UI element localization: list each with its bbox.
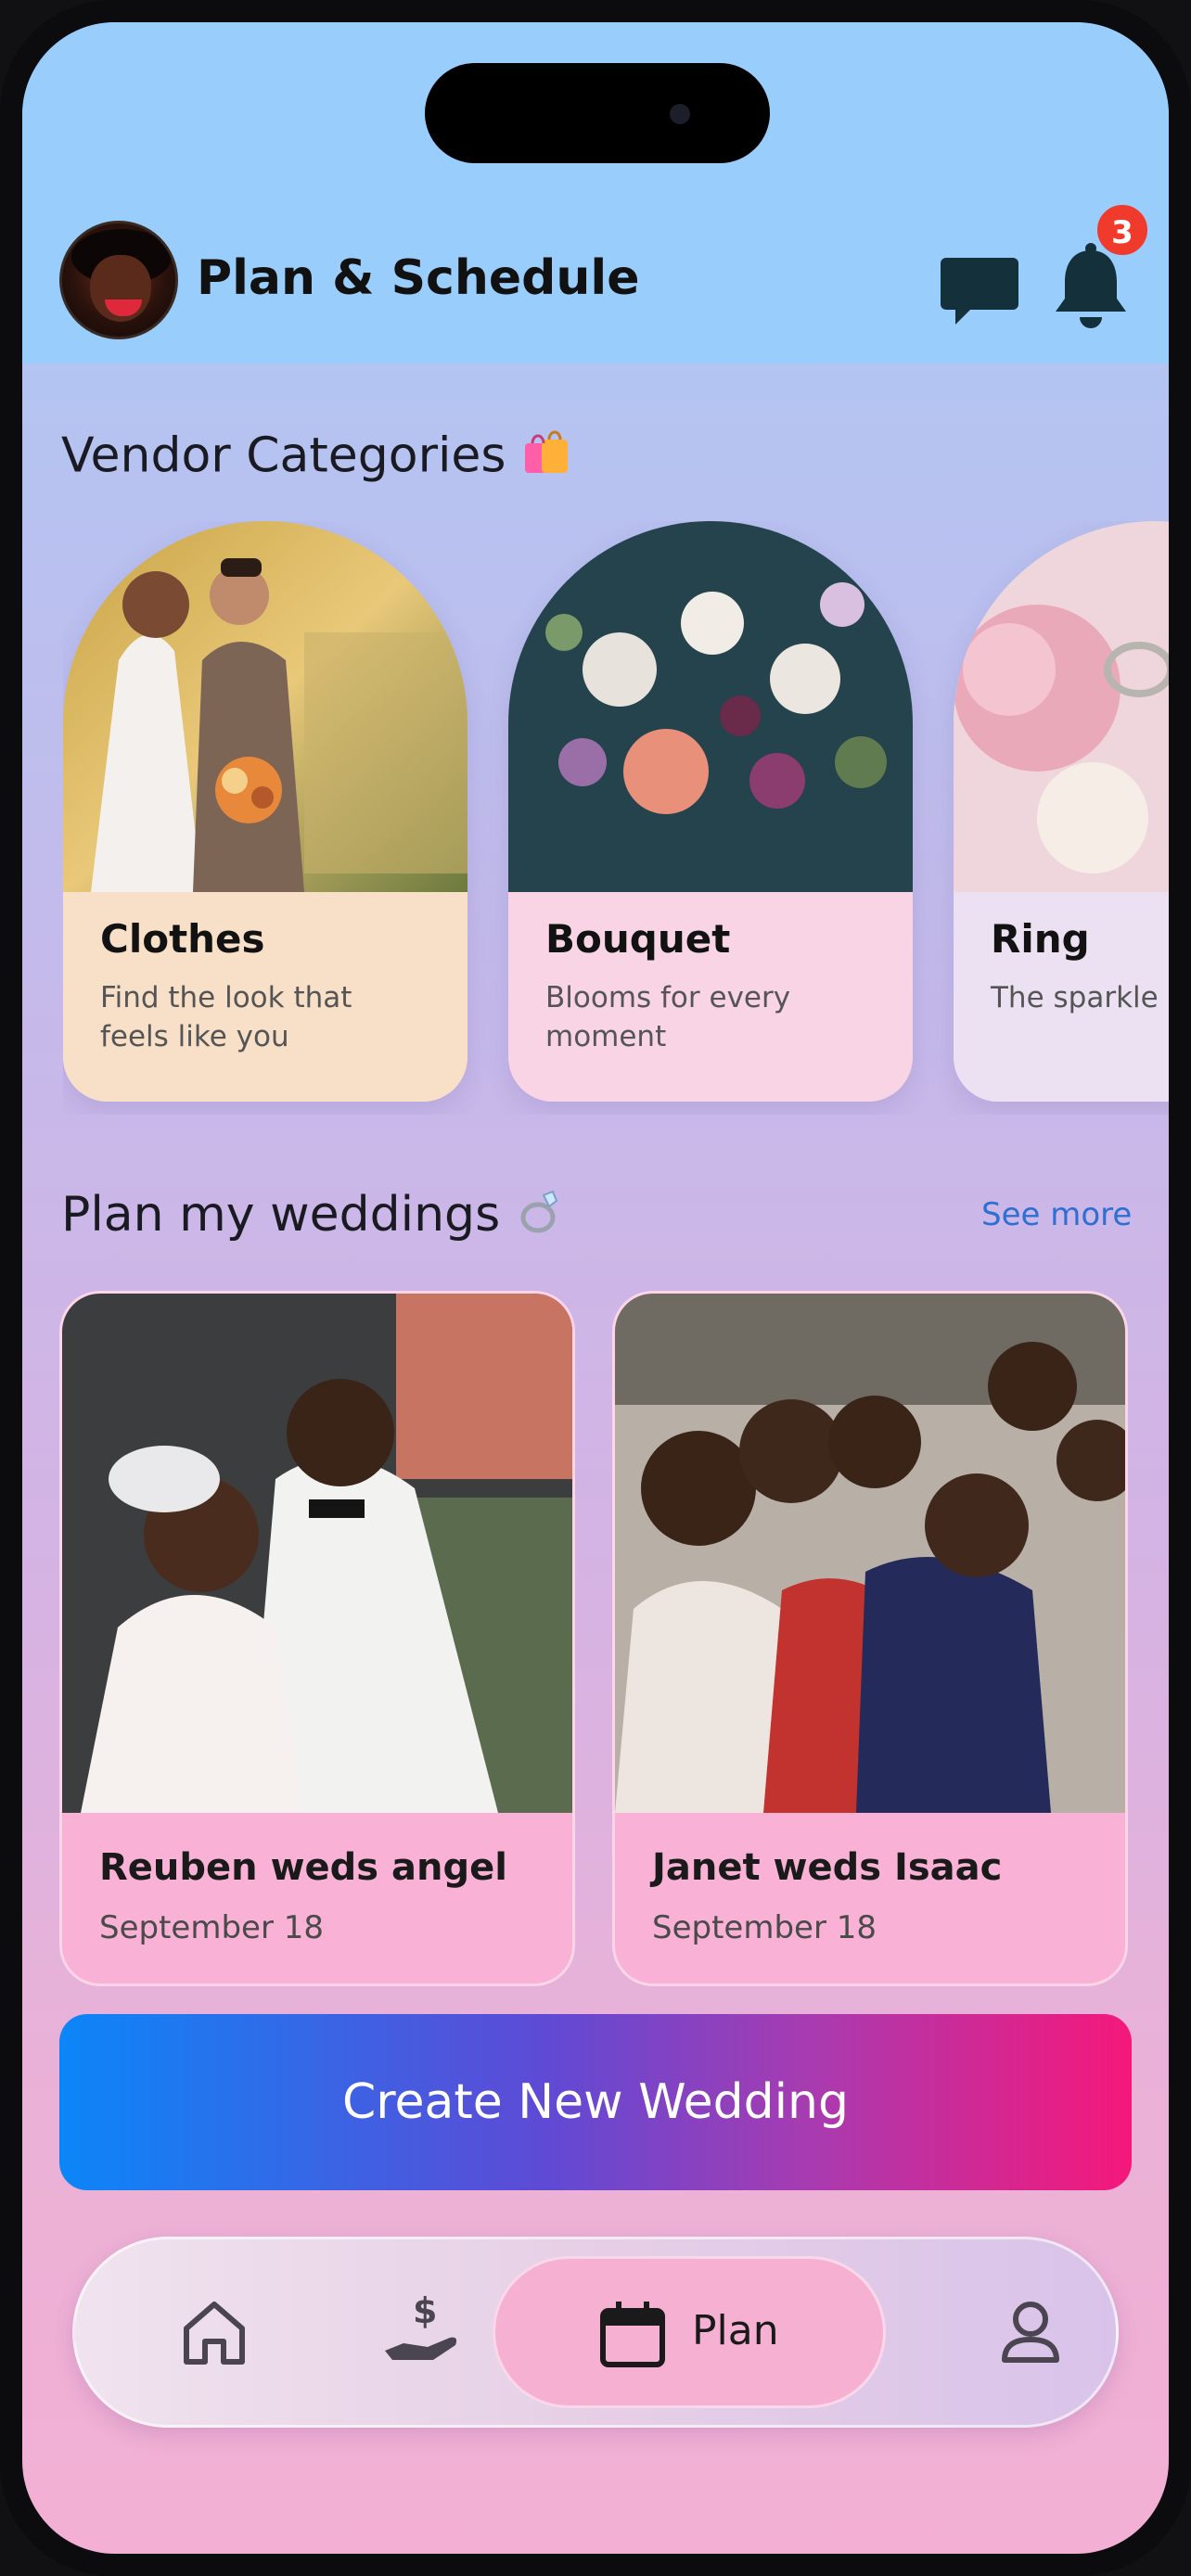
nav-plan-tab[interactable]: Plan [493,2256,886,2408]
avatar[interactable] [59,221,178,339]
nav-plan-label: Plan [692,2307,779,2354]
bottom-nav: $ Plan [72,2237,1119,2428]
notification-badge: 3 [1095,202,1150,258]
create-new-wedding-button[interactable]: Create New Wedding [59,2014,1132,2190]
money-hand-icon[interactable]: $ [376,2286,468,2378]
home-icon[interactable] [168,2286,261,2378]
bouquet-image [508,521,913,892]
ring-icon [516,1188,564,1248]
app-screen: Plan & Schedule 3 Vendor Categories Clot… [22,22,1169,2554]
weddings-heading: Plan my weddings [61,1187,564,1248]
svg-text:$: $ [413,2290,437,2331]
vendor-card-bouquet[interactable]: Bouquet Blooms for every moment [508,521,913,1102]
dynamic-island [425,63,770,163]
wedding-photo [615,1294,1125,1813]
weddings-list: Reuben weds angel September 18 Janet wed… [59,1291,1169,1996]
camera-icon [670,104,690,124]
phone-frame: Plan & Schedule 3 Vendor Categories Clot… [0,0,1191,2576]
ring-image [954,521,1169,892]
vendor-categories-carousel[interactable]: Clothes Find the look that feels like yo… [63,521,1169,1115]
vendor-card-body: Bouquet Blooms for every moment [508,892,913,1102]
vendor-card-body: Ring The sparkle [954,892,1169,1102]
calendar-icon [600,2302,665,2367]
see-more-link[interactable]: See more [981,1196,1132,1233]
wedding-card[interactable]: Janet weds Isaac September 18 [612,1291,1128,1986]
wedding-card-body: Janet weds Isaac September 18 [652,1846,1003,1946]
chat-icon[interactable] [937,249,1022,334]
wedding-photo [62,1294,572,1813]
shopping-bags-icon [521,427,573,491]
wedding-card[interactable]: Reuben weds angel September 18 [59,1291,575,1986]
vendor-card-ring[interactable]: Ring The sparkle [954,521,1169,1102]
vendor-categories-heading: Vendor Categories [61,427,573,491]
wedding-card-body: Reuben weds angel September 18 [99,1846,507,1946]
vendor-card-body: Clothes Find the look that feels like yo… [63,892,467,1102]
vendor-card-clothes[interactable]: Clothes Find the look that feels like yo… [63,521,467,1102]
profile-icon[interactable] [984,2286,1077,2378]
clothes-image [63,521,467,892]
page-title: Plan & Schedule [197,250,640,306]
